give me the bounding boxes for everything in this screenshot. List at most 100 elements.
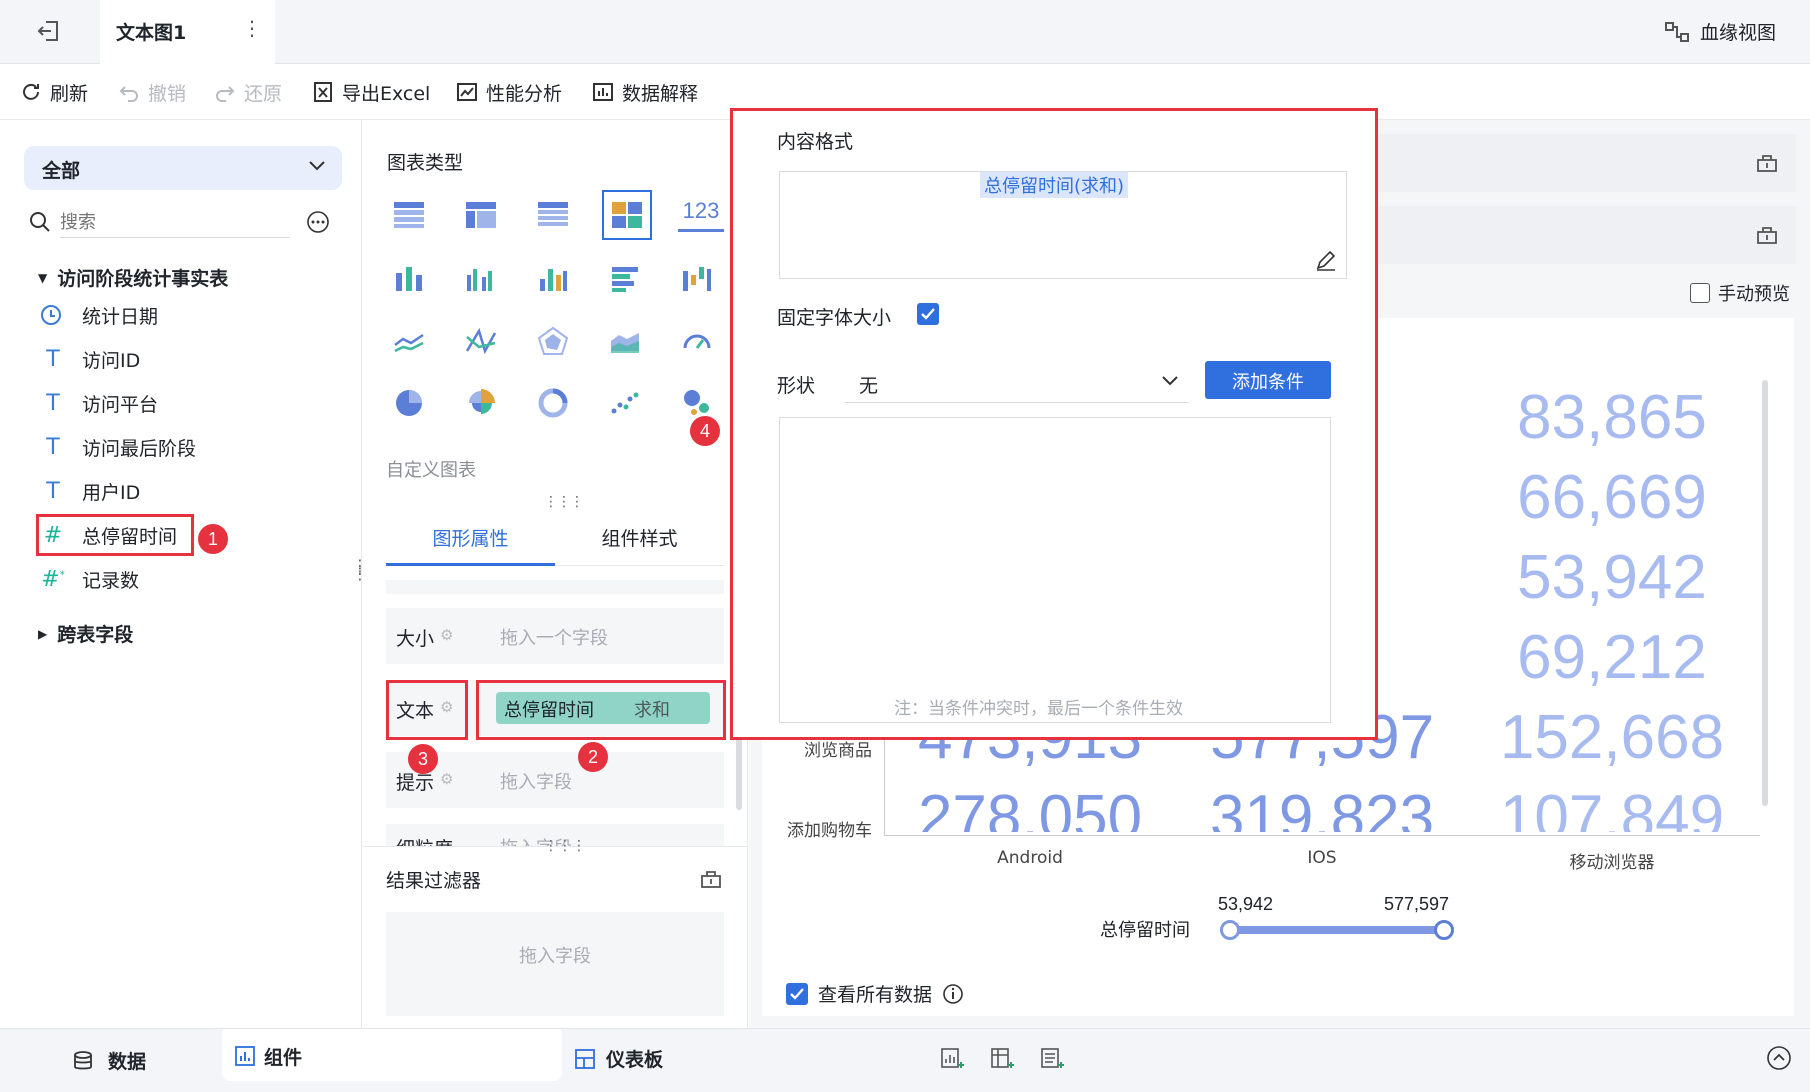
undo-button[interactable]: 撤销 [118, 78, 186, 106]
combo-line-icon[interactable] [458, 318, 504, 364]
filter-placeholder: 拖入字段 [519, 946, 591, 967]
refresh-label: 刷新 [50, 82, 89, 105]
view-all-data-toggle[interactable]: 查看所有数据 [786, 980, 964, 1007]
tab-data[interactable]: 数据 [72, 1047, 146, 1074]
manual-preview-label: 手动预览 [1718, 284, 1790, 305]
more-options-icon[interactable] [306, 210, 330, 234]
range-slider-max-handle[interactable] [1434, 920, 1454, 940]
database-icon [72, 1050, 94, 1072]
cross-table-node[interactable]: ▶ 跨表字段 [38, 620, 133, 647]
text-chart-icon-selected[interactable] [602, 190, 652, 240]
field-label: 访问最后阶段 [82, 437, 197, 460]
chart-value-label: 83,865 [1517, 383, 1707, 452]
chart-scrollbar[interactable] [1762, 380, 1768, 806]
content-format-title: 内容格式 [777, 131, 854, 153]
search-input[interactable] [60, 208, 290, 238]
cross-table-label: 跨表字段 [57, 624, 134, 646]
manual-preview-checkbox[interactable] [1690, 283, 1710, 303]
tab-shape-properties[interactable]: 图形属性 [386, 510, 555, 566]
field-item[interactable]: T 用户ID [40, 474, 140, 508]
table-chart-icon[interactable] [386, 192, 432, 238]
radar-chart-icon[interactable] [530, 318, 576, 364]
view-all-checkbox[interactable] [786, 982, 808, 1005]
info-icon[interactable] [942, 983, 964, 1005]
add-report-icon[interactable] [1040, 1047, 1064, 1071]
redo-icon [214, 81, 236, 103]
size-drop-zone[interactable]: 拖入一个字段 [500, 624, 608, 650]
tooltip-drop-zone[interactable]: 拖入字段 [500, 768, 572, 794]
result-filter-title: 结果过滤器 [386, 870, 482, 892]
chevron-down-icon [308, 160, 326, 172]
donut-chart-icon[interactable] [530, 380, 576, 426]
search-icon [28, 210, 52, 234]
detail-table-icon[interactable] [530, 192, 576, 238]
table-name: 访问阶段统计事实表 [57, 268, 229, 290]
tab-dashboard[interactable]: 仪表板 [574, 1045, 663, 1072]
gear-icon[interactable]: ⚙ [440, 770, 453, 788]
shape-select[interactable]: 无 [845, 361, 1189, 403]
custom-chart-link[interactable]: 自定义图表 [386, 456, 476, 482]
pie-chart-icon[interactable] [386, 380, 432, 426]
rose-chart-icon[interactable] [458, 380, 504, 426]
add-chart-icon[interactable] [940, 1047, 964, 1071]
scatter-chart-icon[interactable] [602, 380, 648, 426]
field-item[interactable]: T 访问最后阶段 [40, 430, 196, 464]
kpi-number-icon[interactable]: 123 [678, 192, 724, 232]
range-slider-track[interactable] [1228, 926, 1444, 934]
chart-x-axis-line [884, 835, 1760, 836]
tab-component-style[interactable]: 组件样式 [555, 510, 724, 566]
filter-drop-zone[interactable]: 拖入字段 [386, 912, 724, 1016]
bar-chart-icon[interactable] [530, 256, 576, 302]
drop-row-1[interactable] [1370, 134, 1796, 192]
add-table-icon[interactable] [990, 1047, 1014, 1071]
edit-pen-icon[interactable] [1314, 248, 1338, 272]
row-settings-icon[interactable] [1756, 152, 1778, 174]
chart-row-label: 添加购物车 [787, 821, 872, 841]
text-type-icon: T [46, 434, 60, 460]
fixed-font-size-checkbox[interactable] [917, 303, 939, 325]
gear-icon[interactable]: ⚙ [440, 626, 453, 644]
drag-handle-icon[interactable]: ⋮⋮⋮ [544, 494, 584, 510]
collapse-up-icon[interactable] [1766, 1045, 1792, 1071]
content-token[interactable]: 总停留时间(求和) [980, 172, 1129, 198]
field-item[interactable]: #* 记录数 [40, 562, 139, 596]
tab-component[interactable]: 组件 [222, 1029, 562, 1081]
highlight-box-field [36, 514, 194, 556]
add-condition-button[interactable]: 添加条件 [1205, 361, 1331, 399]
pivot-table-icon[interactable] [458, 192, 504, 238]
lineage-view-button[interactable]: 血缘视图 [1664, 18, 1776, 45]
drag-handle-icon[interactable]: ⋮⋮⋮ [544, 838, 586, 854]
grouped-bar-icon[interactable] [458, 256, 504, 302]
column-settings-icon[interactable] [1756, 224, 1778, 246]
tab-more-icon[interactable]: ⋮ [242, 16, 262, 40]
chart-x-tick-label: Android [997, 848, 1063, 868]
drop-row-2[interactable] [1370, 206, 1796, 264]
gauge-icon[interactable] [674, 318, 720, 364]
field-item[interactable]: T 访问平台 [40, 386, 158, 420]
data-explain-button[interactable]: 数据解释 [592, 78, 698, 106]
chevron-down-icon [1161, 375, 1179, 387]
redo-button[interactable]: 还原 [214, 78, 282, 106]
table-node[interactable]: ▼ 访问阶段统计事实表 [38, 264, 228, 291]
field-item[interactable]: 统计日期 [40, 298, 158, 332]
area-chart-icon[interactable] [602, 318, 648, 364]
horizontal-bar-icon[interactable] [602, 256, 648, 302]
filter-settings-icon[interactable] [700, 868, 722, 890]
condition-note: 注：当条件冲突时，最后一个条件生效 [894, 699, 1183, 719]
performance-analysis-button[interactable]: 性能分析 [456, 78, 562, 106]
content-format-editor[interactable]: 总停留时间(求和) [779, 171, 1347, 279]
line-chart-icon[interactable] [386, 318, 432, 364]
export-excel-button[interactable]: 导出Excel [312, 78, 430, 106]
manual-preview-toggle[interactable]: 手动预览 [1690, 280, 1790, 306]
size-property-row[interactable]: 大小 ⚙ 拖入一个字段 [386, 608, 724, 664]
excel-icon [312, 81, 334, 103]
waterfall-icon[interactable] [674, 256, 720, 302]
table-dropdown[interactable]: 全部 [24, 146, 342, 190]
range-slider-min-handle[interactable] [1220, 920, 1240, 940]
back-icon[interactable] [36, 18, 62, 44]
field-panel: 全部 ▼ 访问阶段统计事实表 统计日期 T 访问ID T 访问平台 T 访问最后… [0, 120, 368, 1028]
stacked-bar-icon[interactable] [386, 256, 432, 302]
field-item[interactable]: T 访问ID [40, 342, 140, 376]
tab-text-chart[interactable]: 文本图1 ⋮ [100, 0, 275, 64]
refresh-button[interactable]: 刷新 [20, 78, 88, 106]
